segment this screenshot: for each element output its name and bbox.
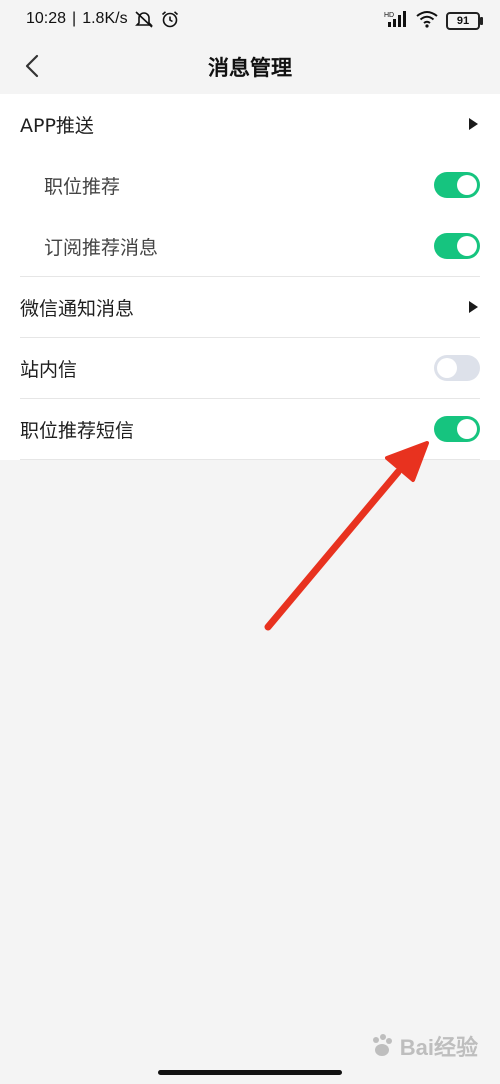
watermark-text: Bai经验 [399,1035,478,1060]
job-recommend-sms-row: 职位推荐短信 [0,399,500,460]
job-recommend-sms-toggle[interactable] [434,416,480,442]
status-bar: 10:28 | 1.8K/s HD 91 [0,0,500,40]
inbox-message-row: 站内信 [0,338,500,399]
status-left: 10:28 | 1.8K/s [26,10,180,28]
home-indicator[interactable] [158,1070,342,1075]
toggle-knob [457,175,477,195]
inbox-message-toggle[interactable] [434,355,480,381]
settings-list: APP推送 职位推荐 订阅推荐消息 微信通知消息 站内信 职位推荐短信 [0,94,500,460]
status-time: 10:28 [26,10,67,27]
inbox-message-label: 站内信 [20,359,78,381]
status-separator: | [72,10,77,27]
header: 消息管理 [0,40,500,94]
job-recommend-sms-label: 职位推荐短信 [20,420,135,442]
subscription-recommend-label: 订阅推荐消息 [44,237,159,259]
svg-text:HD: HD [384,12,394,19]
divider [20,459,480,460]
app-push-label: APP推送 [20,115,94,137]
battery-level: 91 [456,15,470,27]
wechat-notify-label: 微信通知消息 [20,298,135,320]
network-speed: 1.8K/s [82,10,128,27]
baidu-jingyan-watermark: Bai经验 [368,1030,478,1062]
toggle-knob [457,419,477,439]
mute-alarm-icon [134,10,154,28]
subscription-recommend-toggle[interactable] [434,233,480,259]
status-right: HD 91 [384,10,483,32]
toggle-knob [437,358,457,378]
job-recommend-toggle[interactable] [434,172,480,198]
toggle-knob [457,236,477,256]
signal-icon: HD [384,10,408,32]
triangle-right-icon[interactable] [469,301,478,313]
paw-logo-icon [372,1034,392,1056]
triangle-right-icon[interactable] [469,118,478,130]
page-title: 消息管理 [208,56,292,80]
battery-icon: 91 [446,12,483,30]
subscription-recommend-row: 订阅推荐消息 [0,216,500,277]
wechat-notify-row[interactable]: 微信通知消息 [0,277,500,338]
job-recommend-label: 职位推荐 [44,176,121,198]
job-recommend-row: 职位推荐 [0,155,500,216]
alarm-clock-icon [160,10,180,28]
app-push-row[interactable]: APP推送 [0,94,500,155]
wifi-icon [416,10,438,32]
